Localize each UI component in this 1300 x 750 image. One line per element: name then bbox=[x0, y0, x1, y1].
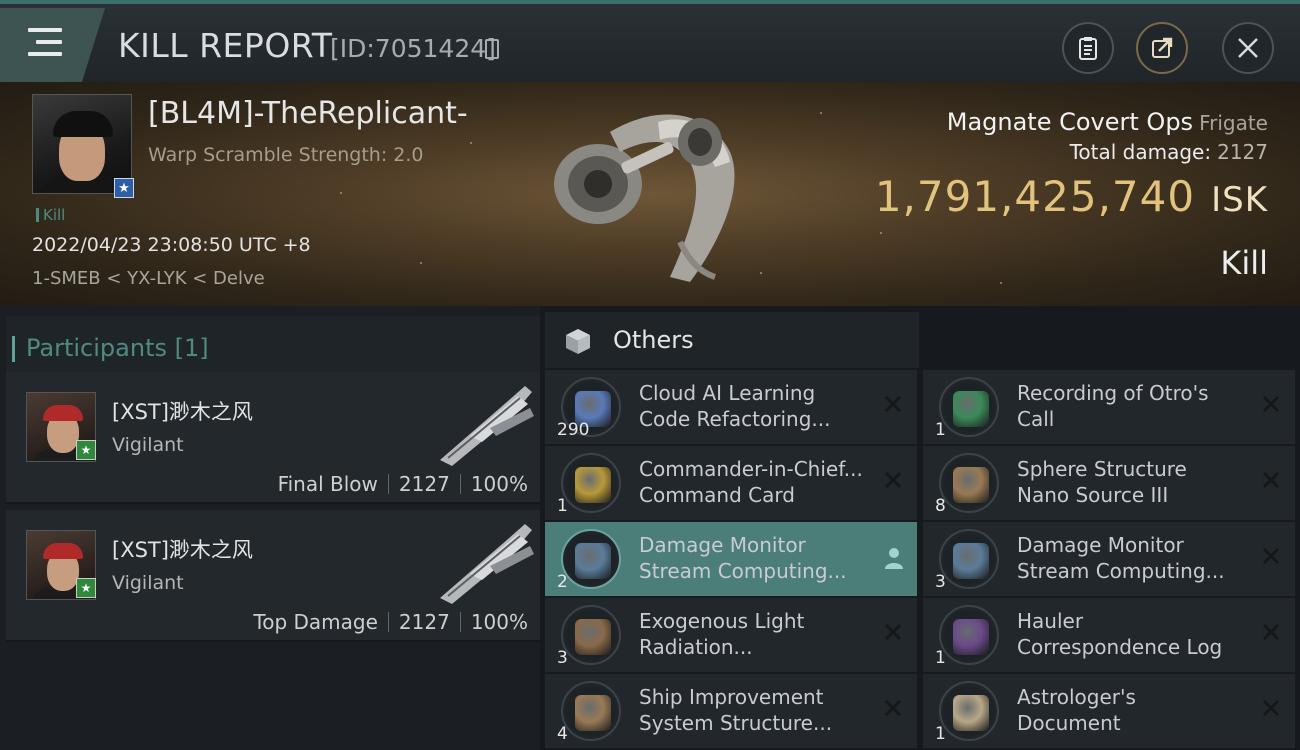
kill-tag: Kill bbox=[36, 206, 65, 224]
destroyed-x-icon bbox=[1262, 395, 1280, 413]
participants-panel: Participants [1] ★ [XST]渺木之风 Vigilant Fi… bbox=[0, 306, 540, 750]
item-name: Commander-in-Chief... Command Card bbox=[639, 457, 863, 507]
item-quantity: 4 bbox=[557, 724, 568, 744]
kill-location[interactable]: 1-SMEB < YX-LYK < Delve bbox=[32, 268, 265, 289]
participant-card[interactable]: ★ [XST]渺木之风 Vigilant Final Blow 2127 100% bbox=[6, 372, 540, 504]
sphere-structure-icon bbox=[561, 681, 621, 741]
destroyed-x-icon bbox=[1262, 471, 1280, 489]
kill-result: Kill bbox=[1220, 244, 1268, 282]
participant-stats: Top Damage 2127 100% bbox=[253, 610, 528, 634]
participant-ship-image[interactable] bbox=[430, 516, 540, 606]
participant-ship-image[interactable] bbox=[430, 378, 540, 468]
data-chip-icon bbox=[939, 377, 999, 437]
item-name: Recording of Otro's Call bbox=[1017, 381, 1209, 431]
share-icon bbox=[1152, 37, 1173, 58]
item-quantity: 3 bbox=[935, 572, 946, 592]
close-button[interactable] bbox=[1222, 22, 1274, 74]
document-icon bbox=[939, 681, 999, 741]
participant-name: [XST]渺木之风 bbox=[112, 538, 253, 562]
item-quantity: 3 bbox=[557, 648, 568, 668]
item-name: Astrologer's Document bbox=[1017, 685, 1136, 735]
destroyed-x-icon bbox=[1262, 699, 1280, 717]
item-quantity: 1 bbox=[557, 496, 568, 516]
victim-ship-image[interactable] bbox=[540, 92, 760, 292]
participant-card[interactable]: ★ [XST]渺木之风 Vigilant Top Damage 2127 100% bbox=[6, 510, 540, 642]
item-name: Cloud AI Learning Code Refactoring... bbox=[639, 381, 831, 431]
victim-banner: ★ [BL4M]-TheReplicant- Warp Scramble Str… bbox=[0, 82, 1300, 306]
item-name: Ship Improvement System Structure... bbox=[639, 685, 833, 735]
page-title: KILL REPORT bbox=[118, 26, 333, 65]
corp-badge-icon: ★ bbox=[114, 178, 134, 198]
person-icon[interactable] bbox=[883, 546, 905, 570]
loot-item[interactable]: 1 Hauler Correspondence Log bbox=[923, 598, 1295, 672]
cube-icon bbox=[566, 329, 590, 354]
participant-ship: Vigilant bbox=[112, 434, 184, 456]
loot-item[interactable]: 1 Commander-in-Chief... Command Card bbox=[545, 446, 917, 520]
loot-item[interactable]: 3 Damage Monitor Stream Computing... bbox=[923, 522, 1295, 596]
loot-item[interactable]: 1 Recording of Otro's Call bbox=[923, 370, 1295, 444]
light-radiation-icon bbox=[561, 605, 621, 665]
item-quantity: 2 bbox=[557, 572, 568, 592]
menu-button[interactable] bbox=[0, 8, 105, 82]
data-book-icon bbox=[939, 529, 999, 589]
destroyed-x-icon bbox=[884, 395, 902, 413]
item-quantity: 1 bbox=[935, 420, 946, 440]
copy-id-icon[interactable] bbox=[485, 39, 499, 59]
others-title: Others bbox=[613, 326, 694, 354]
report-id: [ID:7051424] bbox=[330, 34, 496, 63]
data-book-icon bbox=[561, 529, 621, 589]
sphere-structure-icon bbox=[939, 453, 999, 513]
loot-item[interactable]: 2 Damage Monitor Stream Computing... bbox=[545, 522, 917, 596]
total-damage: Total damage: 2127 bbox=[1069, 140, 1268, 164]
item-quantity: 1 bbox=[935, 724, 946, 744]
log-chip-icon bbox=[939, 605, 999, 665]
item-name: Sphere Structure Nano Source III bbox=[1017, 457, 1187, 507]
participants-title: Participants [1] bbox=[12, 334, 209, 362]
loot-item[interactable]: 4 Ship Improvement System Structure... bbox=[545, 674, 917, 748]
destroyed-x-icon bbox=[1262, 547, 1280, 565]
item-quantity: 290 bbox=[557, 420, 590, 440]
victim-ship-name[interactable]: Magnate Covert Ops Frigate bbox=[947, 108, 1268, 136]
isk-value: 1,791,425,740 ISK bbox=[874, 172, 1268, 221]
item-name: Damage Monitor Stream Computing... bbox=[639, 533, 847, 583]
share-button[interactable] bbox=[1136, 22, 1188, 74]
corp-badge-icon: ★ bbox=[76, 578, 96, 598]
loot-item[interactable]: 3 Exogenous Light Radiation... bbox=[545, 598, 917, 672]
participant-role: Final Blow bbox=[277, 472, 378, 496]
destroyed-x-icon bbox=[1262, 623, 1280, 641]
clipboard-icon bbox=[1079, 37, 1097, 60]
destroyed-x-icon bbox=[884, 699, 902, 717]
participant-stats: Final Blow 2127 100% bbox=[278, 472, 528, 496]
item-quantity: 8 bbox=[935, 496, 946, 516]
item-name: Damage Monitor Stream Computing... bbox=[1017, 533, 1225, 583]
header-bar: KILL REPORT [ID:7051424] bbox=[0, 0, 1300, 82]
participant-percent: 100% bbox=[470, 610, 528, 634]
warp-scramble-strength: Warp Scramble Strength: 2.0 bbox=[148, 144, 424, 166]
participants-header: Participants [1] bbox=[6, 316, 540, 372]
command-card-icon bbox=[561, 453, 621, 513]
item-name: Hauler Correspondence Log bbox=[1017, 609, 1223, 659]
destroyed-x-icon bbox=[884, 471, 902, 489]
close-icon bbox=[1238, 38, 1258, 58]
participant-percent: 100% bbox=[470, 472, 528, 496]
participant-damage: 2127 bbox=[398, 472, 450, 496]
corp-badge-icon: ★ bbox=[76, 440, 96, 460]
participant-role: Top Damage bbox=[253, 610, 378, 634]
others-item-grid: 290 Cloud AI Learning Code Refactoring... 1… bbox=[545, 370, 1300, 750]
loot-item[interactable]: 290 Cloud AI Learning Code Refactoring... bbox=[545, 370, 917, 444]
participant-name: [XST]渺木之风 bbox=[112, 400, 253, 424]
ship-class: Frigate bbox=[1199, 111, 1268, 135]
others-header: Others bbox=[545, 312, 919, 368]
participant-ship: Vigilant bbox=[112, 572, 184, 594]
participant-damage: 2127 bbox=[398, 610, 450, 634]
victim-name[interactable]: [BL4M]-TheReplicant- bbox=[148, 96, 468, 131]
loot-item[interactable]: 1 Astrologer's Document bbox=[923, 674, 1295, 748]
clipboard-button[interactable] bbox=[1062, 22, 1114, 74]
item-name: Exogenous Light Radiation... bbox=[639, 609, 805, 659]
kill-datetime: 2022/04/23 23:08:50 UTC +8 bbox=[32, 234, 311, 256]
destroyed-x-icon bbox=[884, 623, 902, 641]
item-quantity: 1 bbox=[935, 648, 946, 668]
loot-item[interactable]: 8 Sphere Structure Nano Source III bbox=[923, 446, 1295, 520]
